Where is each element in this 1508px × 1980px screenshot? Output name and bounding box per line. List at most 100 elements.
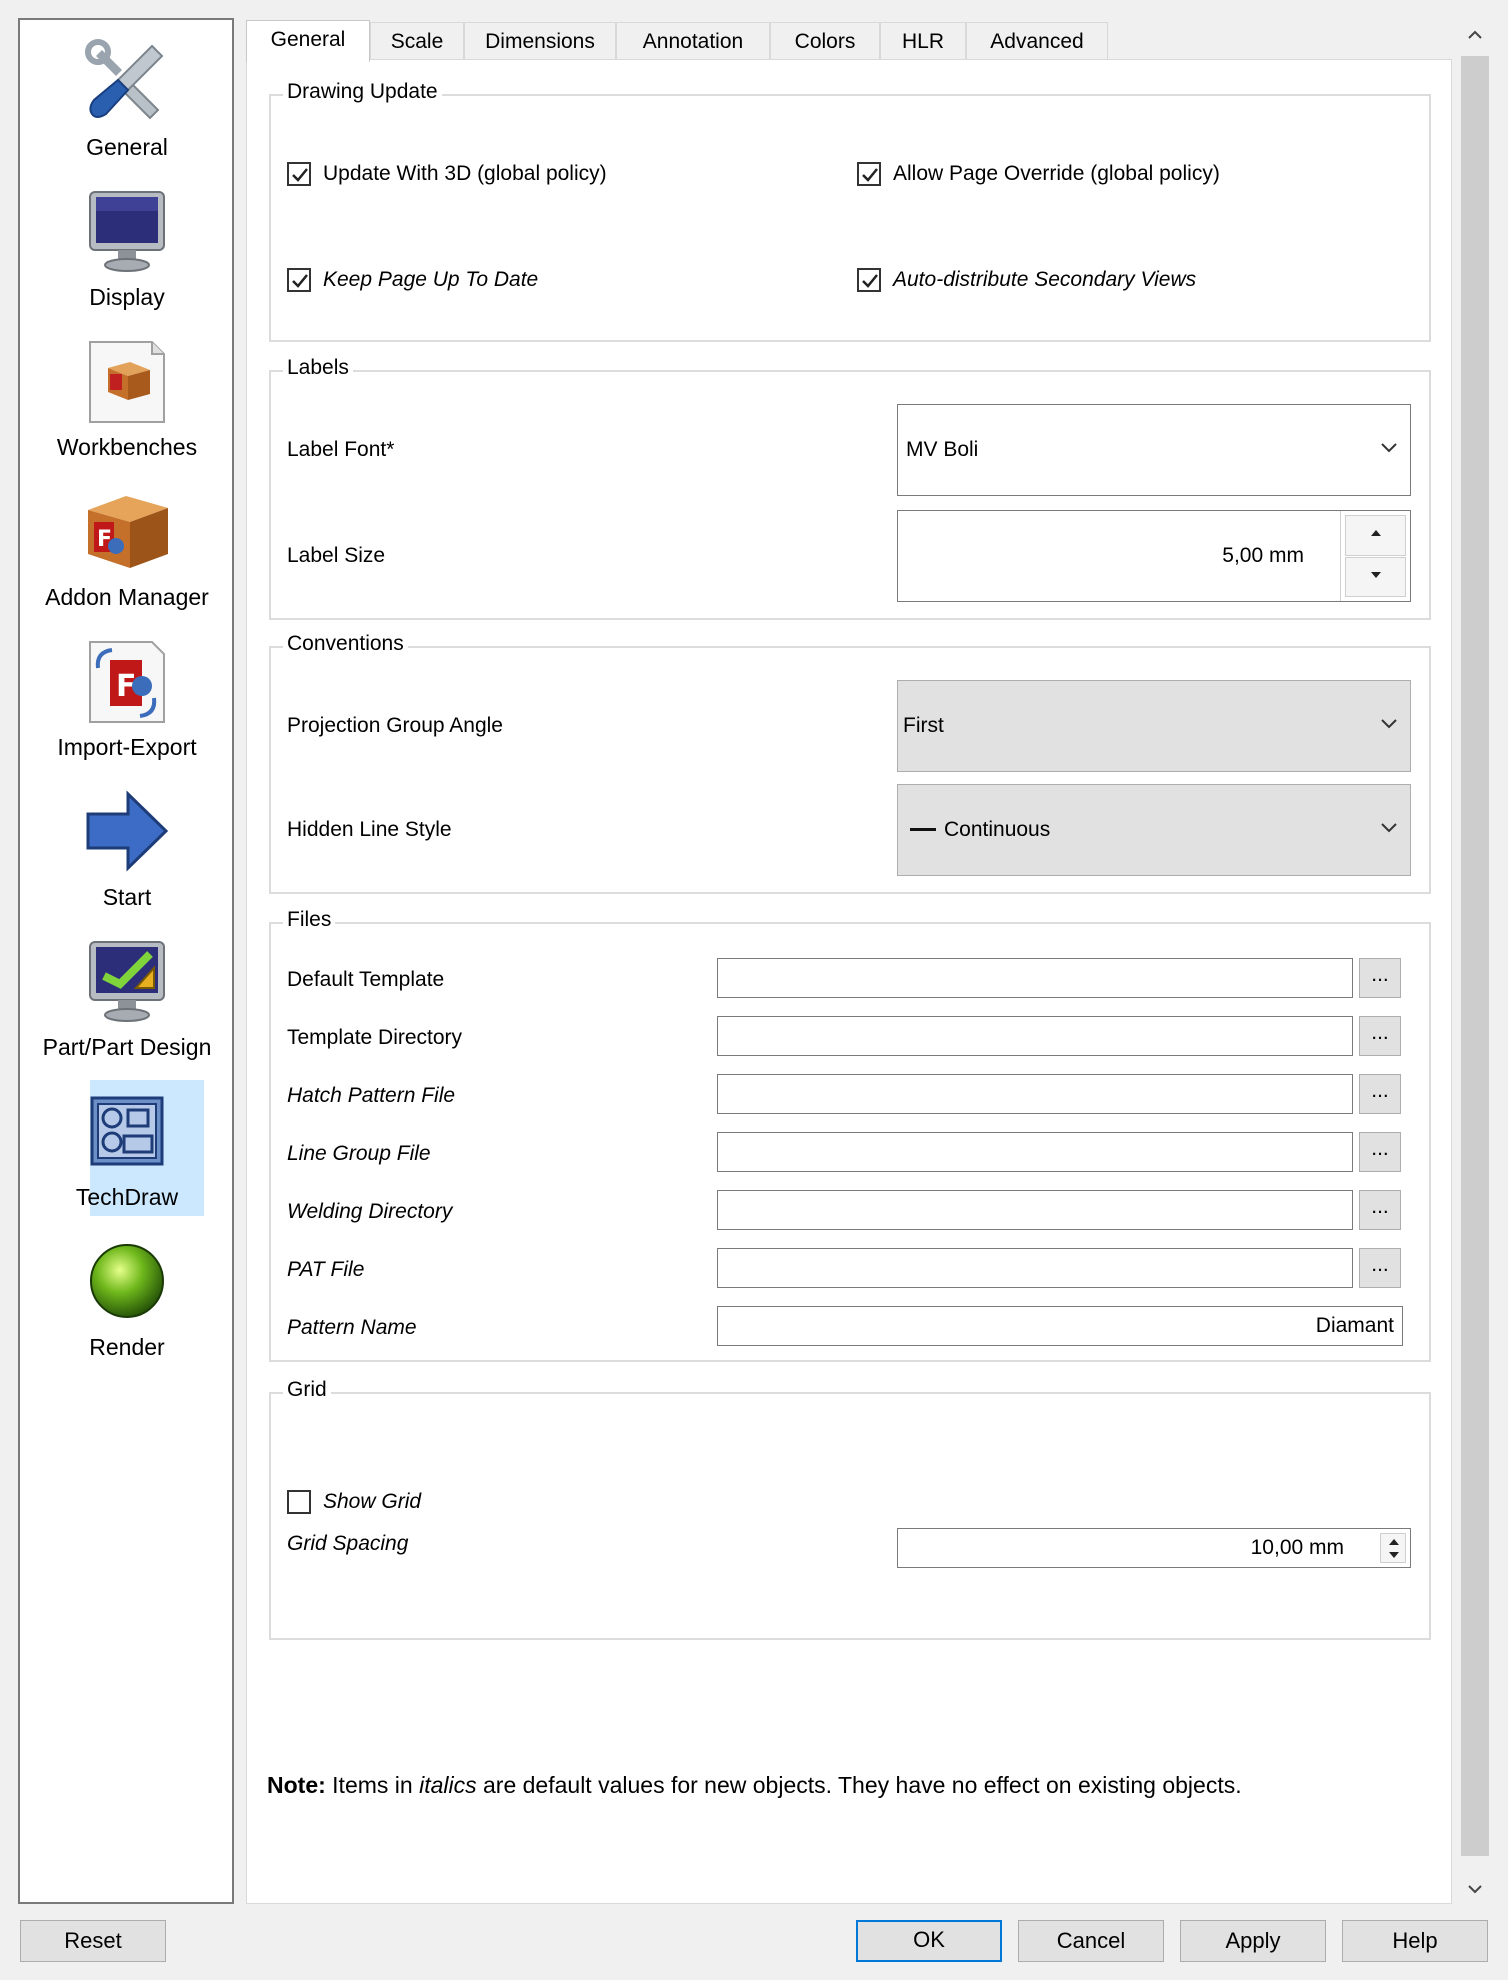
- files-group: Files Default Template ... Template Dire…: [269, 908, 1431, 1362]
- monitor-icon: [28, 188, 226, 274]
- auto-distribute-label: Auto-distribute Secondary Views: [893, 268, 1197, 291]
- update-with-3d-checkbox[interactable]: [287, 162, 311, 186]
- projection-group-angle-label: Projection Group Angle: [287, 714, 503, 737]
- scroll-down-arrow-icon[interactable]: [1467, 1884, 1483, 1894]
- italics-note: Note: Items in italics are default value…: [267, 1772, 1242, 1799]
- label-font-label: Label Font*: [287, 438, 395, 461]
- group-title: Labels: [283, 356, 353, 380]
- tools-icon: [28, 38, 226, 124]
- tab-hlr[interactable]: HLR: [880, 22, 966, 60]
- keep-page-up-to-date-checkbox[interactable]: [287, 268, 311, 292]
- pattern-name-label: Pattern Name: [287, 1316, 417, 1339]
- sidebar-item-techdraw[interactable]: TechDraw: [28, 1080, 226, 1220]
- auto-distribute-checkbox[interactable]: [857, 268, 881, 292]
- template-directory-label: Template Directory: [287, 1026, 463, 1049]
- sidebar-item-addon-manager[interactable]: F Addon Manager: [28, 480, 226, 620]
- line-group-file-field[interactable]: [717, 1132, 1353, 1172]
- note-bold: Note:: [267, 1772, 326, 1798]
- apply-button[interactable]: Apply: [1180, 1920, 1326, 1962]
- pattern-name-field[interactable]: Diamant: [717, 1306, 1403, 1346]
- group-title: Drawing Update: [283, 80, 442, 104]
- sidebar-item-label: General: [86, 134, 168, 160]
- spin-down-button[interactable]: [1345, 556, 1406, 597]
- help-button[interactable]: Help: [1342, 1920, 1488, 1962]
- tab-annotation[interactable]: Annotation: [616, 22, 770, 60]
- hidden-line-style-dropdown[interactable]: Continuous: [897, 784, 1411, 876]
- sidebar-item-render[interactable]: Render: [28, 1230, 226, 1370]
- sidebar-item-display[interactable]: Display: [28, 180, 226, 320]
- default-template-label: Default Template: [287, 968, 445, 991]
- scroll-up-arrow-icon[interactable]: [1467, 30, 1483, 40]
- spin-buttons: [1340, 511, 1410, 601]
- template-directory-field[interactable]: [717, 1016, 1353, 1056]
- default-template-field[interactable]: [717, 958, 1353, 998]
- sidebar-item-label: Addon Manager: [45, 584, 209, 610]
- tab-general[interactable]: General: [246, 20, 370, 62]
- sidebar-item-part-design[interactable]: Part/Part Design: [28, 930, 226, 1070]
- chevron-down-icon: [1381, 443, 1397, 453]
- sidebar-item-label: Start: [102, 884, 152, 910]
- spin-up-button[interactable]: [1345, 515, 1406, 556]
- sphere-icon: [28, 1238, 226, 1324]
- note-italic: italics: [419, 1772, 477, 1798]
- import-export-icon: F: [28, 638, 226, 724]
- note-post: are default values for new objects. They…: [476, 1772, 1242, 1798]
- allow-page-override-checkbox[interactable]: [857, 162, 881, 186]
- sidebar-item-label: Workbenches: [56, 434, 198, 460]
- vertical-scrollbar[interactable]: [1458, 20, 1492, 1904]
- label-size-spinbox[interactable]: 5,00 mm: [897, 510, 1411, 602]
- tab-colors[interactable]: Colors: [770, 22, 880, 60]
- group-title: Conventions: [283, 632, 408, 656]
- group-title: Grid: [283, 1378, 331, 1402]
- arrow-right-icon: [28, 788, 226, 874]
- grid-spacing-spinbox[interactable]: 10,00 mm: [897, 1528, 1411, 1568]
- grid-spacing-label: Grid Spacing: [287, 1532, 409, 1555]
- tab-scale[interactable]: Scale: [370, 22, 464, 60]
- show-grid-checkbox[interactable]: [287, 1490, 311, 1514]
- sidebar-item-start[interactable]: Start: [28, 780, 226, 920]
- welding-directory-label: Welding Directory: [287, 1200, 453, 1223]
- line-group-file-browse-button[interactable]: ...: [1359, 1132, 1401, 1172]
- hatch-pattern-file-field[interactable]: [717, 1074, 1353, 1114]
- sidebar-item-workbenches[interactable]: Workbenches: [28, 330, 226, 470]
- grid-spacing-value: 10,00 mm: [1250, 1536, 1344, 1559]
- caret-up-icon: [1389, 1539, 1399, 1545]
- sidebar-item-import-export[interactable]: F Import-Export: [28, 630, 226, 770]
- keep-page-up-to-date-label: Keep Page Up To Date: [323, 268, 539, 291]
- show-grid-label: Show Grid: [323, 1490, 422, 1513]
- welding-directory-field[interactable]: [717, 1190, 1353, 1230]
- welding-directory-browse-button[interactable]: ...: [1359, 1190, 1401, 1230]
- sidebar-item-label: Display: [89, 284, 165, 310]
- settings-page: Drawing Update Update With 3D (global po…: [246, 59, 1452, 1904]
- conventions-group: Conventions Projection Group Angle First…: [269, 632, 1431, 894]
- addon-box-icon: F: [28, 488, 226, 574]
- sidebar-item-general[interactable]: General: [28, 30, 226, 170]
- chevron-down-icon: [1381, 823, 1397, 833]
- hidden-line-style-label: Hidden Line Style: [287, 818, 452, 841]
- grid-spin-buttons[interactable]: [1380, 1533, 1406, 1563]
- pat-file-browse-button[interactable]: ...: [1359, 1248, 1401, 1288]
- caret-up-icon: [1371, 530, 1381, 536]
- category-list[interactable]: General Display Workbenches F Addon Mana…: [18, 18, 234, 1904]
- cancel-button[interactable]: Cancel: [1018, 1920, 1164, 1962]
- pat-file-field[interactable]: [717, 1248, 1353, 1288]
- label-font-dropdown[interactable]: MV Boli: [897, 404, 1411, 496]
- line-style-icon: [910, 828, 936, 831]
- scrollbar-thumb[interactable]: [1461, 56, 1489, 1856]
- template-directory-browse-button[interactable]: ...: [1359, 1016, 1401, 1056]
- projection-value: First: [903, 714, 944, 737]
- hidden-line-value: Continuous: [944, 818, 1051, 841]
- reset-button[interactable]: Reset: [20, 1920, 166, 1962]
- tab-advanced[interactable]: Advanced: [966, 22, 1108, 60]
- allow-page-override-label: Allow Page Override (global policy): [893, 162, 1220, 185]
- tab-dimensions[interactable]: Dimensions: [464, 22, 616, 60]
- hatch-pattern-file-browse-button[interactable]: ...: [1359, 1074, 1401, 1114]
- note-pre: Items in: [325, 1772, 420, 1798]
- ok-button[interactable]: OK: [856, 1920, 1002, 1962]
- label-size-value: 5,00 mm: [1222, 544, 1304, 567]
- chevron-down-icon: [1381, 719, 1397, 729]
- pat-file-label: PAT File: [287, 1258, 365, 1281]
- techdraw-icon: [28, 1088, 226, 1174]
- default-template-browse-button[interactable]: ...: [1359, 958, 1401, 998]
- projection-group-angle-dropdown[interactable]: First: [897, 680, 1411, 772]
